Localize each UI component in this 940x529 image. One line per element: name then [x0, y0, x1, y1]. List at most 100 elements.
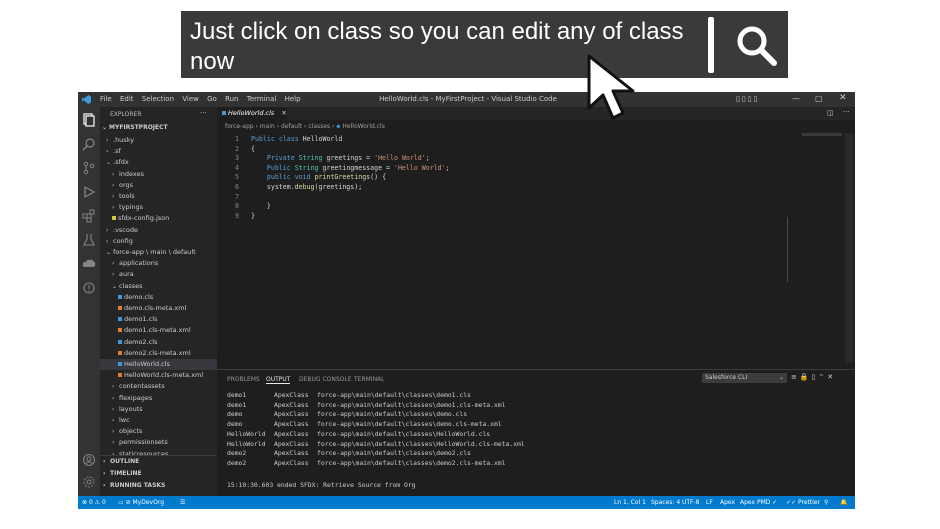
sidebar-item-vscode[interactable]: › .vscode	[100, 225, 217, 236]
info-icon[interactable]	[82, 281, 96, 295]
line-number: 6	[235, 183, 239, 191]
breadcrumb-item[interactable]: force-app	[225, 123, 254, 130]
menu-go[interactable]: Go	[207, 95, 217, 103]
feedback-icon[interactable]: ⚲	[824, 496, 828, 509]
editor-scrollbar[interactable]	[845, 133, 853, 363]
line-number: 9	[235, 211, 239, 220]
search-icon[interactable]	[82, 137, 96, 151]
sidebar-item-demo-cls[interactable]: demo.cls	[100, 292, 217, 303]
sidebar-item-permissionsets[interactable]: › permissionsets	[100, 437, 217, 448]
menu-help[interactable]: Help	[285, 95, 301, 103]
sidebar-item-tools[interactable]: › tools	[100, 191, 217, 202]
sidebar-item-sfdx-config-json[interactable]: sfdx-config.json	[100, 213, 217, 224]
sidebar-item-helloworld-cls-meta-xml[interactable]: HelloWorld.cls-meta.xml	[100, 370, 217, 381]
sidebar-item-objects[interactable]: › objects	[100, 426, 217, 437]
sidebar-item-label: HelloWorld.cls	[124, 360, 170, 368]
settings-gear-icon[interactable]	[82, 475, 96, 489]
line-ending[interactable]: LF	[706, 496, 713, 509]
output-channel-select[interactable]: Salesforce CLI ⌄	[702, 373, 787, 383]
panel-tab-debug-console[interactable]: DEBUG CONSOLE	[299, 376, 352, 383]
sidebar-item-sfdx[interactable]: ⌄ .sfdx	[100, 157, 217, 168]
menu-terminal[interactable]: Terminal	[247, 95, 277, 103]
sidebar-item-demo2-cls[interactable]: demo2.cls	[100, 337, 217, 348]
list-icon[interactable]: ☰	[180, 496, 185, 509]
sidebar-item-demo1-cls-meta-xml[interactable]: demo1.cls-meta.xml	[100, 325, 217, 336]
sidebar-item-label: tools	[119, 192, 135, 200]
language-mode[interactable]: Apex	[720, 496, 735, 509]
panel-tab-output[interactable]: OUTPUT	[266, 376, 291, 384]
code-text: }	[251, 211, 255, 220]
sidebar-item-aura[interactable]: › aura	[100, 269, 217, 280]
sidebar-item-contentassets[interactable]: › contentassets	[100, 381, 217, 392]
sidebar-item-label: layouts	[119, 404, 143, 413]
panel-tab-terminal[interactable]: TERMINAL	[354, 376, 385, 383]
split-editor-icon[interactable]: ◫	[827, 109, 834, 117]
encoding[interactable]: UTF-8	[682, 496, 700, 509]
more-actions-icon[interactable]: ···	[200, 109, 207, 117]
tab-helloworld[interactable]: HelloWorld.cls ✕	[217, 107, 287, 120]
section-timeline[interactable]: › TIMELINE	[103, 470, 142, 477]
section-running-tasks[interactable]: › RUNNING TASKS	[103, 482, 165, 489]
sidebar-item-flexipages[interactable]: › flexipages	[100, 393, 217, 404]
project-root[interactable]: ⌄ MYFIRSTPROJECT	[102, 124, 168, 131]
close-tab-icon[interactable]: ✕	[281, 109, 286, 117]
menu-selection[interactable]: Selection	[142, 95, 174, 103]
chevron-right-icon: ›	[112, 181, 115, 189]
apex-pmd-status[interactable]: Apex PMD ✓	[740, 496, 777, 509]
prettier-status[interactable]: ✓✓ Prettier	[786, 496, 820, 509]
salesforce-cloud-icon[interactable]	[82, 257, 96, 271]
sidebar-item-indexes[interactable]: › indexes	[100, 169, 217, 180]
editor-more-icon[interactable]: ···	[843, 108, 850, 116]
testing-icon[interactable]	[82, 233, 96, 247]
output-name: demo2	[227, 458, 247, 467]
panel-actions[interactable]: ≡🔒▯⌃✕	[791, 373, 836, 381]
section-outline[interactable]: › OUTLINE	[103, 458, 139, 465]
minimap[interactable]	[802, 133, 842, 136]
cursor-position[interactable]: Ln 1, Col 1	[614, 496, 646, 509]
sidebar-item-label: force-app \ main \ default	[113, 248, 196, 256]
sidebar-item-sf[interactable]: › .sf	[100, 146, 217, 157]
minimize-button[interactable]: —	[792, 94, 800, 103]
sidebar-item-husky[interactable]: › .husky	[100, 135, 217, 146]
breadcrumb-item[interactable]: main	[260, 123, 275, 130]
menu-run[interactable]: Run	[225, 95, 238, 103]
extensions-icon[interactable]	[82, 209, 96, 223]
output-type: ApexClass	[274, 400, 309, 409]
notifications-icon[interactable]: 🔔	[840, 496, 847, 509]
sidebar-item-applications[interactable]: › applications	[100, 258, 217, 269]
layout-controls[interactable]: ▯▯▯▯	[736, 95, 786, 103]
breadcrumb-item[interactable]: HelloWorld.cls	[342, 123, 384, 130]
sidebar-item-classes[interactable]: ⌄ classes	[100, 281, 217, 292]
sidebar-item-config[interactable]: › config	[100, 236, 217, 247]
sidebar-item-typings[interactable]: › typings	[100, 202, 217, 213]
vscode-window: File Edit Selection View Go Run Terminal…	[78, 92, 855, 509]
menu-file[interactable]: File	[100, 95, 112, 103]
sidebar-item-label: orgs	[119, 180, 134, 189]
sidebar-item-force-app-main-default[interactable]: ⌄ force-app \ main \ default	[100, 247, 217, 258]
run-debug-icon[interactable]	[82, 185, 96, 199]
source-control-icon[interactable]	[82, 161, 96, 175]
problems-status[interactable]: ⊗ 0 ⚠ 0	[82, 496, 106, 509]
code-editor[interactable]: 1 Public class HelloWorld 2 {3 Private Stri…	[217, 134, 817, 234]
indentation[interactable]: Spaces: 4	[651, 496, 680, 509]
sidebar-item-helloworld-cls[interactable]: HelloWorld.cls	[100, 359, 217, 370]
cls-file-icon	[118, 339, 122, 344]
maximize-button[interactable]: ▢	[815, 94, 823, 103]
sidebar-item-demo-cls-meta-xml[interactable]: demo.cls-meta.xml	[100, 303, 217, 314]
explorer-icon[interactable]	[82, 113, 96, 127]
close-window-button[interactable]: ✕	[839, 93, 847, 103]
sidebar-item-label: demo1.cls	[124, 315, 158, 324]
code-text: Private String greetings = 'Hello World'…	[266, 154, 430, 163]
sidebar-item-demo1-cls[interactable]: demo1.cls	[100, 314, 217, 325]
sidebar-item-demo2-cls-meta-xml[interactable]: demo2.cls-meta.xml	[100, 348, 217, 359]
breadcrumb-item[interactable]: classes	[308, 123, 330, 130]
sidebar-item-layouts[interactable]: › layouts	[100, 404, 217, 415]
menu-view[interactable]: View	[182, 95, 199, 103]
org-status[interactable]: ▭ ⊘ MyDevOrg	[118, 496, 164, 509]
sidebar-item-lwc[interactable]: › lwc	[100, 415, 217, 426]
menu-edit[interactable]: Edit	[120, 95, 134, 103]
sidebar-item-orgs[interactable]: › orgs	[100, 180, 217, 191]
panel-tab-problems[interactable]: PROBLEMS	[227, 376, 260, 383]
breadcrumb-item[interactable]: default	[281, 123, 302, 130]
account-icon[interactable]	[82, 453, 96, 467]
